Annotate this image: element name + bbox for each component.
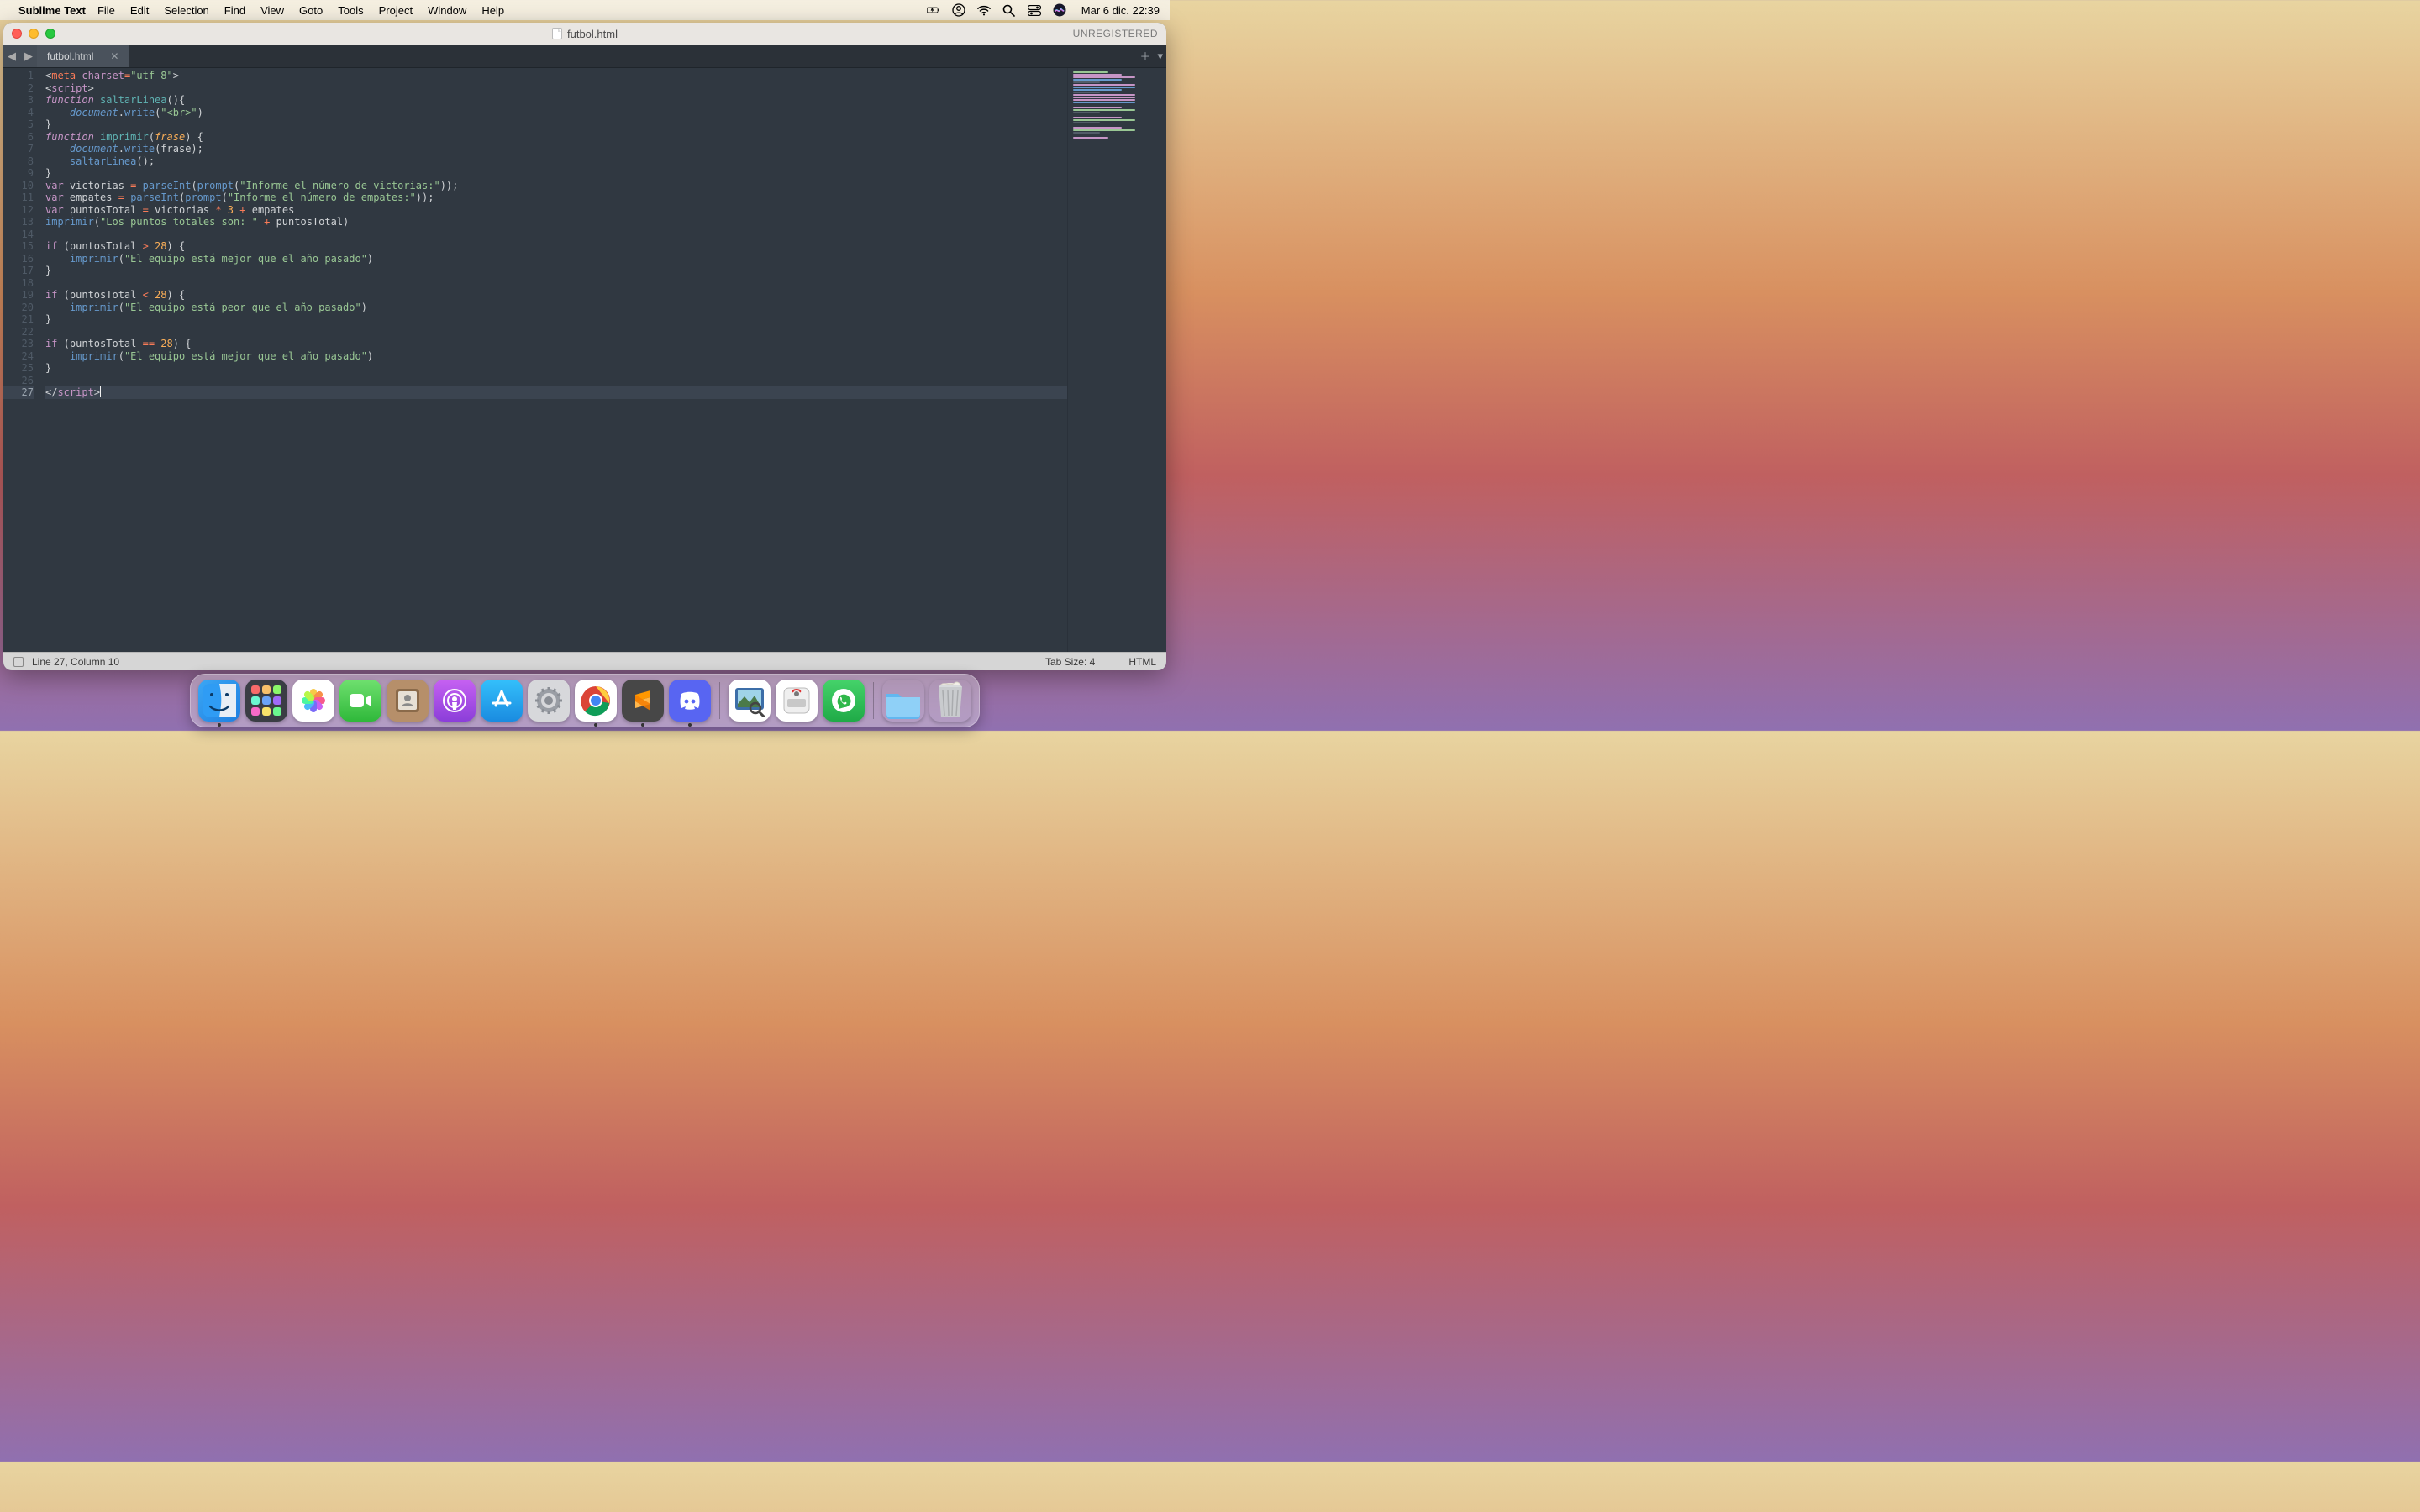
dock-chrome[interactable]	[575, 680, 617, 722]
macos-menubar: Sublime Text File Edit Selection Find View Go…	[0, 0, 1170, 20]
dock-sublime[interactable]	[622, 680, 664, 722]
new-tab-button[interactable]: ＋	[1139, 48, 1150, 64]
window-titlebar[interactable]: futbol.html UNREGISTERED	[3, 23, 1166, 45]
tab-nav-next[interactable]: ▶	[20, 45, 37, 67]
tab-close-icon[interactable]: ✕	[110, 50, 118, 62]
dock-trash[interactable]	[929, 680, 971, 722]
syntax-selector[interactable]: HTML	[1128, 656, 1156, 668]
menu-file[interactable]: File	[97, 4, 115, 17]
dock-separator	[719, 682, 720, 719]
dock-diskutil[interactable]	[776, 680, 818, 722]
tab-nav-prev[interactable]: ◀	[3, 45, 20, 67]
editor[interactable]: 1234567891011121314151617181920212223242…	[3, 68, 1166, 652]
dock-finder[interactable]	[198, 680, 240, 722]
tab-size-selector[interactable]: Tab Size: 4	[1045, 656, 1095, 668]
dock-appstore[interactable]	[481, 680, 523, 722]
dock-discord[interactable]	[669, 680, 711, 722]
menu-tools[interactable]: Tools	[338, 4, 363, 17]
menu-view[interactable]: View	[260, 4, 284, 17]
menu-window[interactable]: Window	[428, 4, 466, 17]
dock-contacts[interactable]	[387, 680, 429, 722]
tab-futbol[interactable]: futbol.html ✕	[37, 45, 129, 67]
tab-overflow-button[interactable]: ▾	[1157, 50, 1163, 63]
code-area[interactable]: <meta charset="utf-8"><script>function s…	[40, 68, 1067, 652]
window-title: futbol.html	[567, 28, 618, 40]
app-name[interactable]: Sublime Text	[18, 4, 86, 17]
minimap[interactable]	[1067, 68, 1166, 652]
dock-settings[interactable]	[528, 680, 570, 722]
menu-edit[interactable]: Edit	[130, 4, 149, 17]
siri-icon[interactable]	[1053, 3, 1066, 17]
dock-photos[interactable]	[292, 680, 334, 722]
dock-launchpad[interactable]	[245, 680, 287, 722]
menu-project[interactable]: Project	[379, 4, 413, 17]
menu-help[interactable]: Help	[481, 4, 504, 17]
wifi-icon[interactable]	[977, 3, 991, 17]
dock-downloads[interactable]	[882, 680, 924, 722]
menu-selection[interactable]: Selection	[164, 4, 208, 17]
control-center-icon[interactable]	[1028, 3, 1041, 17]
dock-podcasts[interactable]	[434, 680, 476, 722]
tab-strip: ◀ ▶ futbol.html ✕ ＋ ▾	[3, 45, 1166, 68]
status-bar: Line 27, Column 10 Tab Size: 4 HTML	[3, 652, 1166, 670]
dock-whatsapp[interactable]	[823, 680, 865, 722]
sublime-window: futbol.html UNREGISTERED ◀ ▶ futbol.html…	[3, 23, 1166, 670]
battery-icon[interactable]	[927, 3, 940, 17]
menu-find[interactable]: Find	[224, 4, 245, 17]
menu-goto[interactable]: Goto	[299, 4, 323, 17]
dock-preview[interactable]	[729, 680, 771, 722]
menubar-clock[interactable]: Mar 6 dic. 22:39	[1081, 4, 1160, 17]
dock-facetime[interactable]	[339, 680, 381, 722]
tab-label: futbol.html	[47, 50, 93, 62]
spotlight-icon[interactable]	[1002, 3, 1016, 17]
statusbar-panel-icon[interactable]	[13, 657, 24, 667]
macos-dock	[190, 674, 980, 727]
line-number-gutter: 1234567891011121314151617181920212223242…	[3, 68, 40, 652]
document-icon	[552, 28, 562, 39]
cursor-position: Line 27, Column 10	[32, 656, 119, 668]
user-icon[interactable]	[952, 3, 965, 17]
dock-separator	[873, 682, 874, 719]
